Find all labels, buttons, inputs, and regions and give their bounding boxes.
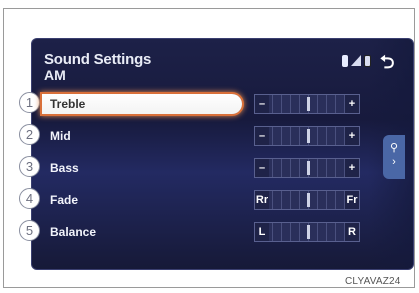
bass-decrease[interactable]: – (255, 159, 269, 177)
treble-increase[interactable]: + (345, 95, 359, 113)
slider-thumb[interactable] (307, 129, 310, 143)
mid-slider[interactable]: – + (254, 126, 360, 146)
mid-button[interactable]: Mid (42, 126, 242, 146)
fade-rear[interactable]: Rr (255, 191, 269, 209)
slider-thumb[interactable] (307, 97, 310, 111)
bass-button[interactable]: Bass (42, 158, 242, 178)
list-item-treble: 1 Treble – + (0, 92, 419, 116)
balance-right[interactable]: R (345, 223, 359, 241)
balance-button[interactable]: Balance (42, 222, 242, 242)
list-item-fade: 4 Fade Rr Fr (0, 188, 419, 212)
mid-increase[interactable]: + (345, 127, 359, 145)
item-number: 1 (19, 92, 40, 113)
item-number: 4 (19, 188, 40, 209)
bluetooth-icon (342, 55, 348, 67)
list-item-balance: 5 Balance L R (0, 220, 419, 244)
fade-front[interactable]: Fr (345, 191, 359, 209)
mid-decrease[interactable]: – (255, 127, 269, 145)
list-item-mid: 2 Mid – + (0, 124, 419, 148)
item-number: 3 (19, 156, 40, 177)
item-number: 5 (19, 220, 40, 241)
fade-slider[interactable]: Rr Fr (254, 190, 360, 210)
signal-icon (351, 55, 361, 66)
treble-button[interactable]: Treble (42, 94, 242, 114)
page-title: Sound Settings (44, 51, 152, 68)
slider-thumb[interactable] (307, 225, 310, 239)
treble-slider[interactable]: – + (254, 94, 360, 114)
balance-left[interactable]: L (255, 223, 269, 241)
balance-slider[interactable]: L R (254, 222, 360, 242)
source-label: AM (44, 67, 66, 83)
fade-button[interactable]: Fade (42, 190, 242, 210)
figure-caption: CLYAVAZ24 (345, 276, 401, 287)
back-arrow-icon[interactable]: ⮌ (380, 50, 394, 72)
bass-slider[interactable]: – + (254, 158, 360, 178)
item-number: 2 (19, 124, 40, 145)
phone-battery-icon (364, 55, 371, 67)
list-item-bass: 3 Bass – + (0, 156, 419, 180)
slider-thumb[interactable] (307, 193, 310, 207)
treble-decrease[interactable]: – (255, 95, 269, 113)
bass-increase[interactable]: + (345, 159, 359, 177)
slider-thumb[interactable] (307, 161, 310, 175)
